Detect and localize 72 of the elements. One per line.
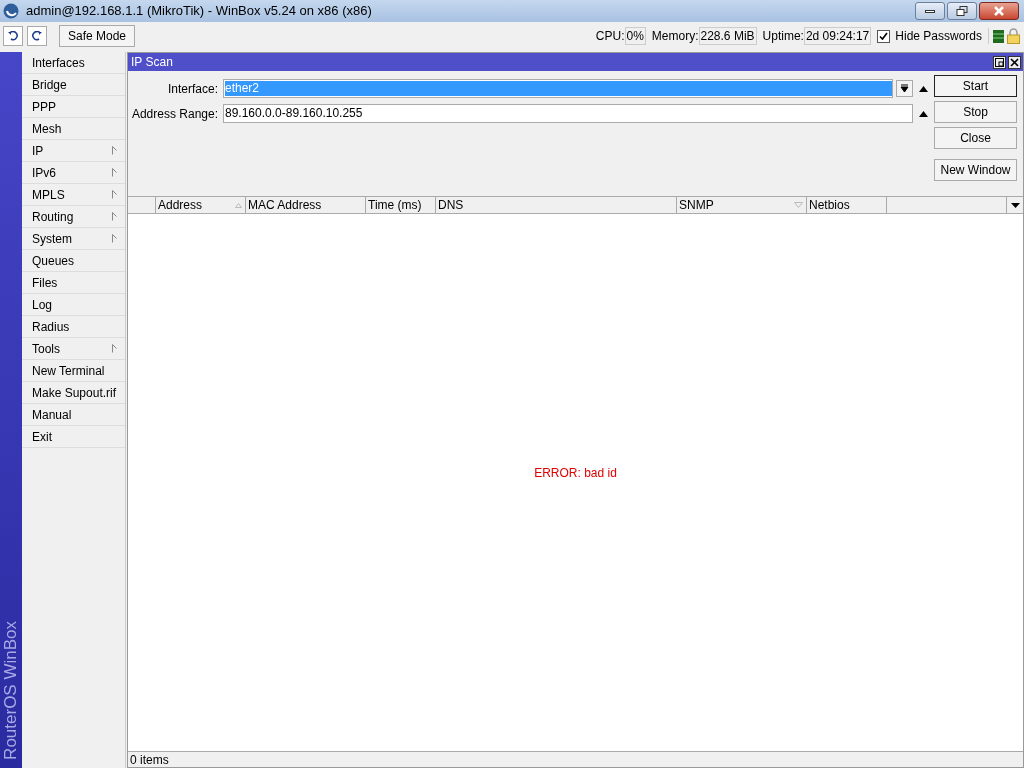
submenu-arrow-icon (112, 344, 117, 353)
menu-item[interactable]: Manual (22, 404, 125, 426)
scan-action-button[interactable]: Close (934, 127, 1017, 149)
brand-label: RouterOS WinBox (0, 621, 22, 760)
column-header[interactable]: MAC Address (246, 197, 366, 213)
close-button[interactable] (1008, 55, 1021, 69)
collapse-arrow-icon (919, 85, 928, 92)
column-header[interactable]: Netbios (807, 197, 887, 213)
menu-item[interactable]: IP (22, 140, 125, 162)
column-header[interactable]: SNMP (677, 197, 807, 213)
status-bars-icon (993, 29, 1004, 43)
cpu-value: 0% (624, 27, 646, 45)
sort-ascending-icon (235, 202, 242, 208)
item-count: 0 items (130, 751, 169, 768)
submenu-arrow-icon (112, 146, 117, 155)
hide-passwords-checkbox[interactable] (877, 29, 891, 43)
menu-item[interactable]: Files (22, 272, 125, 294)
restore-button[interactable] (993, 55, 1006, 69)
menu-item[interactable]: Interfaces (22, 52, 125, 74)
dropdown-button[interactable] (896, 80, 913, 97)
menu-item[interactable]: System (22, 228, 125, 250)
collapse-arrow-icon (919, 110, 928, 117)
column-header[interactable]: DNS (436, 197, 677, 213)
close-icon (993, 6, 1005, 16)
field-label: Address Range: (130, 105, 218, 123)
menu-item[interactable]: Routing (22, 206, 125, 228)
undo-icon (7, 31, 19, 41)
memory-value: 228.6 MiB (698, 27, 757, 45)
hide-passwords-label: Hide Passwords (895, 28, 982, 45)
redo-icon (31, 31, 43, 41)
menu-item[interactable]: Radius (22, 316, 125, 338)
caret-icon (1010, 202, 1020, 208)
dropdown-arrow-icon (900, 84, 909, 93)
menu-item[interactable]: New Terminal (22, 360, 125, 382)
menu-item[interactable]: IPv6 (22, 162, 125, 184)
ip-scan-title: IP Scan (131, 54, 173, 71)
safe-mode-button[interactable]: Safe Mode (59, 25, 136, 47)
undo-button[interactable] (3, 26, 23, 46)
menu-item[interactable]: Make Supout.rif (22, 382, 125, 404)
minimize-button[interactable] (915, 2, 945, 20)
uptime-value: 2d 09:24:17 (803, 27, 872, 45)
memory-label: Memory: (651, 28, 699, 45)
cpu-label: CPU: (595, 28, 625, 45)
restore-icon (956, 6, 968, 16)
menu-item[interactable]: Tools (22, 338, 125, 360)
scan-action-button[interactable]: Start (934, 75, 1017, 97)
menu-item[interactable]: PPP (22, 96, 125, 118)
menu-item[interactable]: Exit (22, 426, 125, 448)
field-label: Interface: (166, 80, 218, 98)
redo-button[interactable] (27, 26, 47, 46)
scan-action-button[interactable]: Stop (934, 101, 1017, 123)
column-header[interactable]: Time (ms) (366, 197, 436, 213)
menu-item[interactable]: Bridge (22, 74, 125, 96)
address-range-field[interactable]: 89.160.0.0-89.160.10.255 (223, 104, 913, 123)
submenu-arrow-icon (112, 190, 117, 199)
lock-icon (1007, 28, 1020, 44)
submenu-arrow-icon (112, 234, 117, 243)
restore-button[interactable] (947, 2, 977, 20)
menu-item[interactable]: Queues (22, 250, 125, 272)
menu-item[interactable]: Mesh (22, 118, 125, 140)
close-button[interactable] (979, 2, 1019, 20)
submenu-arrow-icon (112, 168, 117, 177)
submenu-arrow-icon (112, 212, 117, 221)
column-header[interactable]: Address (156, 197, 246, 213)
scan-action-button[interactable]: New Window (934, 159, 1017, 181)
sort-descending-icon (794, 202, 803, 208)
uptime-label: Uptime: (762, 28, 804, 45)
menu-item[interactable]: Log (22, 294, 125, 316)
menu-item[interactable]: MPLS (22, 184, 125, 206)
app-logo-icon (3, 3, 19, 19)
window-title: admin@192.168.1.1 (MikroTik) - WinBox v5.24 on x86 (x86) (26, 2, 372, 21)
error-message: ERROR: bad id (534, 464, 617, 482)
